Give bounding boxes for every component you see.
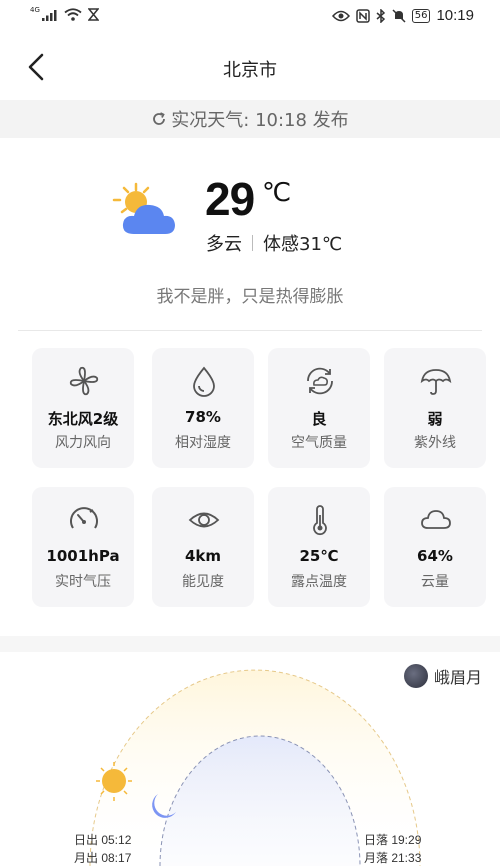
cloud-cover-label: 云量 [421,574,449,590]
status-bar-right: 56 10:19 [331,7,474,24]
visibility-label: 能见度 [182,574,224,590]
status-bar-left: 4G [30,5,99,21]
eye-comfort-icon [331,10,350,21]
navigation-bar: 北京市 [0,34,500,100]
pressure-label: 实时气压 [55,574,111,590]
air-quality-label: 空气质量 [291,435,347,451]
bluetooth-icon [376,8,385,23]
mute-bell-icon [392,8,406,23]
uv-value: 弱 [427,410,443,428]
current-temperature: 29 [205,173,255,225]
wifi-icon [64,8,82,21]
humidity-drop-icon [193,366,215,397]
detail-card-visibility[interactable]: 4km 能见度 [152,487,254,607]
dew-point-value: 25℃ [299,547,339,565]
feels-like: 体感31℃ [263,234,343,255]
umbrella-icon [420,369,452,395]
hourglass-icon [87,8,99,21]
page-title: 北京市 [223,60,277,81]
wind-value: 东北风2级 [47,410,119,428]
cloud-cover-value: 64% [417,547,453,565]
detail-card-dew-point[interactable]: 25℃ 露点温度 [268,487,370,607]
detail-card-wind[interactable]: 东北风2级 风力风向 [32,348,134,468]
moonset-time: 月落 21:33 [364,851,422,865]
section-gap [0,636,500,652]
refresh-icon[interactable] [151,111,167,127]
moonrise-time: 月出 08:17 [74,851,132,865]
signal-icon [41,9,57,21]
update-status-bar[interactable]: 实况天气: 10:18 发布 [0,100,500,138]
dew-point-label: 露点温度 [291,574,347,590]
rise-times: 日出 05:12 月出 08:17 [74,831,131,866]
cloud-icon [421,510,451,529]
detail-card-humidity[interactable]: 78% 相对湿度 [152,348,254,468]
uv-label: 紫外线 [414,435,456,451]
eye-icon [188,512,220,528]
pressure-value: 1001hPa [46,547,120,565]
update-time-text: 实况天气: 10:18 发布 [171,110,349,131]
network-type: 4G [30,5,40,14]
temperature-unit: ℃ [262,178,292,208]
sunrise-time: 日出 05:12 [74,833,132,847]
wind-label: 风力风向 [55,435,111,451]
detail-card-pressure[interactable]: 1001hPa 实时气压 [32,487,134,607]
section-divider [18,330,482,331]
sunset-time: 日落 19:29 [364,833,422,847]
fan-icon [69,366,99,396]
set-times: 日落 19:29 月落 21:33 [364,831,421,866]
air-quality-value: 良 [311,410,327,428]
weather-slogan: 我不是胖，只是热得膨胀 [156,287,344,307]
status-bar: 4G 56 10:19 [0,0,500,34]
weather-condition: 多云 [206,234,242,255]
detail-card-uv[interactable]: 弱 紫外线 [384,348,486,468]
detail-card-cloud-cover[interactable]: 64% 云量 [384,487,486,607]
status-time: 10:19 [436,7,474,24]
humidity-value: 78% [185,408,221,426]
humidity-label: 相对湿度 [175,435,231,451]
partly-cloudy-icon [112,182,175,234]
condition-row: 多云 体感31℃ [206,230,342,256]
nfc-icon [355,8,370,23]
battery-indicator: 56 [411,8,431,23]
detail-card-air-quality[interactable]: 良 空气质量 [268,348,370,468]
thermometer-icon [313,505,327,536]
condition-divider [252,235,253,251]
air-quality-icon [307,367,333,395]
gauge-icon [70,507,98,529]
visibility-value: 4km [184,547,222,565]
